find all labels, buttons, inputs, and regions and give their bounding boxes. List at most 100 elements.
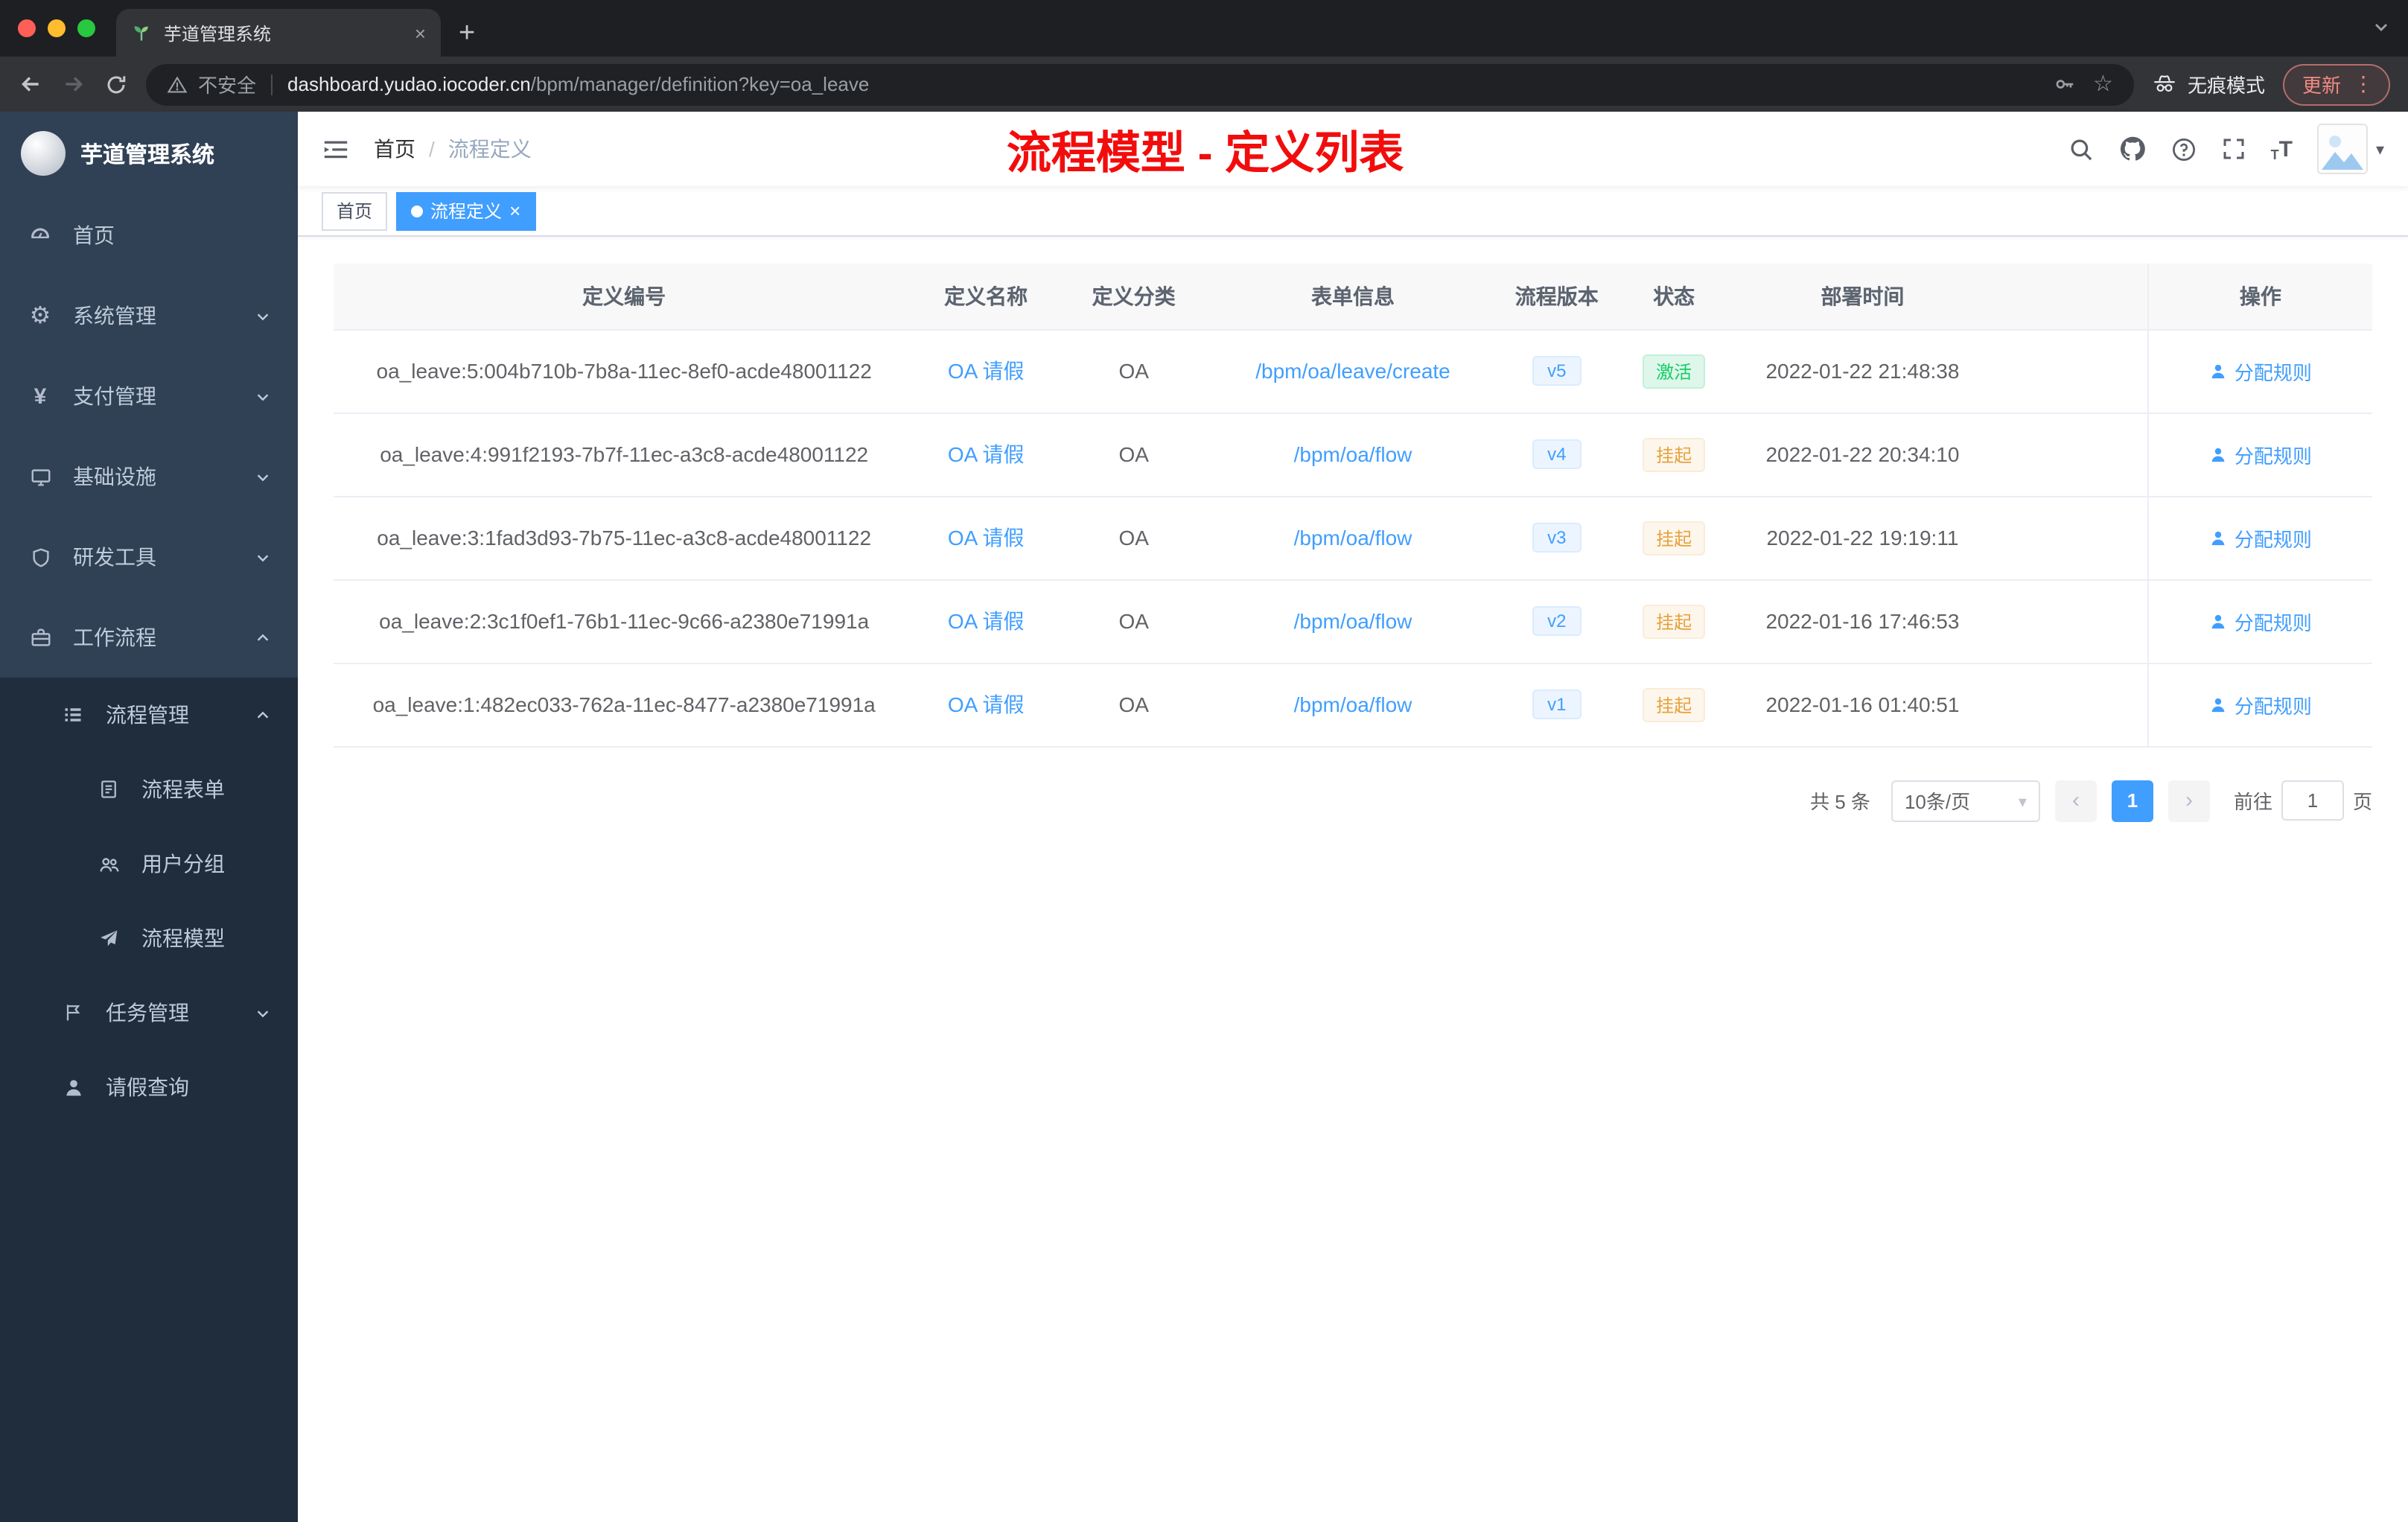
action-cell: 分配规则 [2147,663,2372,747]
chevron-down-icon [255,468,271,485]
column-header: 定义编号 [334,264,915,330]
sidebar-item-devtools[interactable]: 研发工具 [0,517,298,597]
form-link[interactable]: /bpm/oa/flow [1294,442,1412,466]
tag-close-icon[interactable] [509,200,520,221]
sidebar-item-process-model[interactable]: 流程模型 [0,901,298,975]
sidebar-logo[interactable]: 芋道管理系统 [0,112,298,195]
current-page-button[interactable]: 1 [2111,780,2153,821]
assign-rule-link[interactable]: 分配规则 [2209,690,2312,719]
bookmark-star-icon[interactable] [2093,70,2113,98]
status-badge: 激活 [1643,354,1706,388]
definition-name-link[interactable]: OA 请假 [948,692,1025,716]
column-header: 操作 [2147,264,2372,330]
hamburger-icon[interactable] [322,135,350,163]
reload-button[interactable] [104,72,128,96]
assign-rule-link[interactable]: 分配规则 [2209,440,2312,468]
close-window-button[interactable] [18,19,36,37]
security-label[interactable]: 不安全 [198,70,256,98]
assign-rule-link[interactable]: 分配规则 [2209,357,2312,385]
definition-name-link[interactable]: OA 请假 [948,442,1025,466]
user-icon [2209,528,2229,547]
tag-process-definition[interactable]: 流程定义 [396,191,536,230]
briefcase-icon [27,626,54,649]
action-cell: 分配规则 [2147,413,2372,497]
sidebar-item-home[interactable]: 首页 [0,195,298,276]
browser-update-button[interactable]: 更新 [2282,63,2390,105]
sidebar-item-label: 基础设施 [73,465,156,488]
assign-rule-link[interactable]: 分配规则 [2209,523,2312,552]
fullscreen-icon[interactable] [2222,137,2246,161]
sidebar-item-label: 流程模型 [141,926,225,950]
navbar-actions [2068,124,2384,174]
user-menu[interactable] [2317,124,2384,174]
font-size-icon[interactable] [2271,136,2293,162]
definition-category: OA [1057,579,1211,663]
definition-id: oa_leave:2:3c1f0ef1-76b1-11ec-9c66-a2380… [334,579,915,663]
sidebar-item-payment[interactable]: 支付管理 [0,356,298,436]
sidebar-item-system[interactable]: 系统管理 [0,276,298,356]
tags-view: 首页 流程定义 [298,186,2408,237]
zoom-window-button[interactable] [77,19,95,37]
github-icon[interactable] [2119,136,2146,162]
password-key-icon[interactable] [2053,73,2075,95]
table-row: oa_leave:1:482ec033-762a-11ec-8477-a2380… [334,663,2372,747]
minimize-window-button[interactable] [48,19,66,37]
breadcrumb-current: 流程定义 [447,137,532,161]
pagination: 共 5 条 10条/页 ‹ 1 › 前往 页 [334,780,2372,821]
tab-search-chevron-icon[interactable] [2372,18,2390,36]
definition-name-link[interactable]: OA 请假 [948,526,1025,550]
tag-home[interactable]: 首页 [322,191,388,230]
url-host: dashboard.yudao.iocoder.cn [287,73,531,95]
new-tab-button[interactable]: + [459,19,475,48]
page-unit-label: 页 [2352,791,2372,813]
search-icon[interactable] [2068,136,2094,162]
definition-name-link[interactable]: OA 请假 [948,609,1025,633]
people-icon [95,853,122,875]
definition-category: OA [1057,413,1211,497]
page-annotation: 流程模型 - 定义列表 [1006,130,1404,179]
sidebar-item-leave-query[interactable]: 请假查询 [0,1050,298,1124]
user-icon [2209,445,2229,464]
sidebar-item-process-management[interactable]: 流程管理 [0,678,298,752]
browser-menu-icon[interactable] [2353,71,2374,96]
sidebar-item-user-group[interactable]: 用户分组 [0,827,298,901]
page-size-select[interactable]: 10条/页 [1891,780,2040,821]
tab-close-icon[interactable] [415,22,426,43]
definition-name-link[interactable]: OA 请假 [948,359,1025,383]
browser-tab[interactable]: 芋道管理系统 [116,9,441,57]
table-row: oa_leave:2:3c1f0ef1-76b1-11ec-9c66-a2380… [334,579,2372,663]
incognito-spy-icon [2152,71,2177,97]
next-page-button[interactable]: › [2167,780,2210,821]
definition-table: 定义编号 定义名称 定义分类 表单信息 流程版本 状态 部署时间 操作 oa_l… [334,264,2372,747]
sidebar-item-label: 系统管理 [73,304,156,328]
breadcrumb-separator: / [429,137,435,161]
gear-icon [27,301,54,331]
security-warning-icon [167,74,188,95]
breadcrumb: 首页 / 流程定义 [374,134,532,164]
user-icon [2209,361,2229,380]
dashboard-icon [27,223,54,247]
sidebar-item-label: 任务管理 [106,1001,189,1025]
sidebar-item-label: 首页 [73,223,115,247]
back-button[interactable] [18,71,43,97]
help-question-icon[interactable] [2171,136,2197,162]
form-link[interactable]: /bpm/oa/flow [1294,609,1412,633]
status-badge: 挂起 [1643,687,1706,722]
address-bar[interactable]: 不安全 dashboard.yudao.iocoder.cn/bpm/manag… [146,63,2134,105]
goto-page-input[interactable] [2281,780,2344,821]
form-link[interactable]: /bpm/oa/flow [1294,692,1412,716]
table-header-row: 定义编号 定义名称 定义分类 表单信息 流程版本 状态 部署时间 操作 [334,264,2372,330]
form-link[interactable]: /bpm/oa/flow [1294,526,1412,550]
definition-id: oa_leave:5:004b710b-7b8a-11ec-8ef0-acde4… [334,329,915,413]
sidebar-item-task-management[interactable]: 任务管理 [0,975,298,1050]
forward-button[interactable] [61,71,86,97]
sidebar-item-workflow[interactable]: 工作流程 [0,597,298,678]
sidebar-item-process-form[interactable]: 流程表单 [0,752,298,827]
tag-label: 流程定义 [430,201,503,222]
assign-rule-link[interactable]: 分配规则 [2209,607,2312,635]
prev-page-button[interactable]: ‹ [2054,780,2097,821]
form-link[interactable]: /bpm/oa/leave/create [1255,359,1450,383]
spacer-cell [1995,663,2148,747]
sidebar-item-infrastructure[interactable]: 基础设施 [0,436,298,517]
breadcrumb-home[interactable]: 首页 [374,134,415,164]
